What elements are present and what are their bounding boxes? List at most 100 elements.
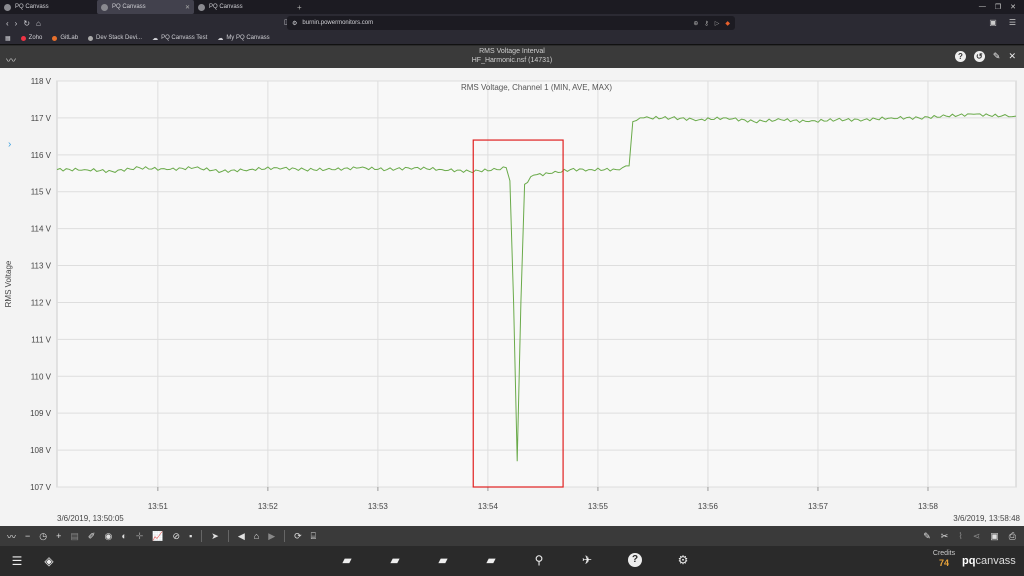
toolbar-divider bbox=[227, 530, 229, 542]
clock-icon[interactable]: ◷ bbox=[39, 531, 47, 542]
note-icon[interactable]: ▪ bbox=[189, 531, 192, 541]
y-tick-label: 110 V bbox=[31, 372, 52, 381]
help-icon[interactable]: ? bbox=[628, 553, 642, 567]
rms-voltage-chart[interactable]: 107 V 108 V 109 V 110 V 111 V 112 V 113 V 114 V… bbox=[0, 68, 1024, 526]
zoom-in-icon[interactable]: + bbox=[56, 531, 61, 541]
hamburger-menu-icon[interactable]: ☰ bbox=[10, 554, 24, 568]
folder-data-icon[interactable]: ▰ bbox=[484, 553, 498, 567]
pin-icon[interactable]: ✎ bbox=[993, 51, 1001, 62]
browser-nav-bar: ‹ › ↻ ⌂ ▯ ⚙ burnin.powermonitors.com ⊕ ⚷… bbox=[0, 14, 1024, 32]
bookmark-my-pq-canvass[interactable]: ☁ My PQ Canvass bbox=[217, 35, 269, 42]
bookmark-pq-canvass-test[interactable]: ☁ PQ Canvass Test bbox=[152, 35, 207, 42]
new-tab-icon[interactable]: + bbox=[291, 3, 308, 12]
x-tick-label: 13:54 bbox=[478, 502, 499, 511]
y-tick-label: 109 V bbox=[30, 409, 52, 418]
hide-icon[interactable]: ⊘ bbox=[173, 531, 181, 542]
table-icon[interactable]: ▤ bbox=[70, 531, 79, 542]
eye-icon[interactable]: ◐ bbox=[121, 531, 126, 541]
chart-type-icon[interactable]: 〰 bbox=[7, 530, 16, 543]
line-chart-icon[interactable]: 📈 bbox=[152, 531, 163, 542]
pen-icon[interactable]: ✎ bbox=[923, 531, 931, 542]
bookmark-dev-stack[interactable]: Dev Stack Devi... bbox=[88, 35, 142, 41]
x-tick-label: 13:56 bbox=[698, 502, 719, 511]
chart-area[interactable]: 107 V 108 V 109 V 110 V 111 V 112 V 113 V 114 V… bbox=[0, 68, 1024, 526]
panel-title: RMS Voltage Interval bbox=[479, 48, 545, 55]
location-pin-icon[interactable]: ⚲ bbox=[532, 553, 546, 567]
favicon-icon bbox=[101, 3, 108, 11]
sidebar-toggle-icon[interactable]: ▣ bbox=[989, 18, 997, 27]
bookmark-zoho[interactable]: Zoho bbox=[20, 35, 42, 41]
pointer-icon[interactable]: ➤ bbox=[211, 531, 219, 542]
apps-grid-icon[interactable]: ▦ bbox=[5, 35, 11, 42]
plot-background bbox=[56, 80, 1017, 488]
settings-gear-icon[interactable]: ⚙ bbox=[676, 553, 690, 567]
window-controls: — ❐ ✕ bbox=[979, 3, 1024, 11]
y-tick-label: 107 V bbox=[30, 483, 52, 492]
bookmark-gitlab[interactable]: GitLab bbox=[52, 35, 78, 41]
satellite-icon[interactable]: ✈ bbox=[580, 553, 594, 567]
y-tick-label: 117 V bbox=[31, 114, 52, 123]
arrow-left-icon[interactable]: ◀ bbox=[238, 531, 245, 542]
home-icon[interactable]: ⌂ bbox=[36, 19, 41, 28]
site-settings-icon[interactable]: ⚙ bbox=[292, 20, 297, 27]
forward-icon[interactable]: › bbox=[15, 19, 18, 28]
menu-icon[interactable]: ☰ bbox=[1009, 18, 1016, 27]
save-icon[interactable]: ▣ bbox=[990, 531, 999, 542]
back-icon[interactable]: ‹ bbox=[6, 19, 9, 28]
expand-sidebar-icon[interactable]: › bbox=[0, 136, 22, 156]
camera-icon[interactable]: ⌸ bbox=[311, 531, 316, 542]
share-icon[interactable]: ▷ bbox=[715, 20, 720, 27]
url-text: burnin.powermonitors.com bbox=[302, 20, 374, 26]
browser-tab-3[interactable]: PQ Canvass bbox=[194, 0, 291, 14]
close-window-icon[interactable]: ✕ bbox=[1010, 3, 1016, 11]
ruler-icon[interactable]: ⌇ bbox=[958, 531, 962, 542]
folder-trend-icon[interactable]: ▰ bbox=[436, 553, 450, 567]
key-icon[interactable]: ⚷ bbox=[704, 20, 708, 27]
url-bar[interactable]: ⚙ burnin.powermonitors.com ⊕ ⚷ ▷ ◆ bbox=[287, 16, 735, 30]
browser-tab-1[interactable]: PQ Canvass bbox=[0, 0, 97, 14]
bookmarks-bar: ▦ Zoho GitLab Dev Stack Devi... ☁ PQ Canv… bbox=[0, 32, 1024, 45]
pqcanvass-logo: pqcanvass bbox=[962, 555, 1016, 567]
panel-header: 〰 RMS Voltage Interval HF_Harmonic.nsf (… bbox=[0, 46, 1024, 68]
favicon-icon bbox=[198, 3, 205, 11]
print-icon[interactable]: ⎙ bbox=[1009, 531, 1016, 542]
home-icon[interactable]: ⌂ bbox=[254, 531, 259, 541]
favicon-icon bbox=[4, 3, 11, 11]
settings-brush-icon[interactable]: ✐ bbox=[88, 531, 96, 542]
y-tick-label: 108 V bbox=[30, 446, 52, 455]
zoom-out-icon[interactable]: − bbox=[25, 531, 30, 541]
scissors-icon[interactable]: ✂ bbox=[941, 531, 949, 542]
x-start-label: 3/6/2019, 13:50:05 bbox=[57, 514, 124, 523]
help-icon[interactable]: ? bbox=[954, 51, 966, 62]
tab-label: PQ Canvass bbox=[112, 4, 146, 10]
view-settings-icon[interactable]: ◉ bbox=[104, 531, 112, 542]
share-icon[interactable]: ⋖ bbox=[973, 531, 981, 542]
y-tick-label: 118 V bbox=[31, 77, 52, 86]
crosshair-icon[interactable]: ✛ bbox=[136, 531, 144, 542]
folder-chart-icon[interactable]: ▰ bbox=[340, 553, 354, 567]
minimize-icon[interactable]: — bbox=[979, 3, 986, 11]
credits-value: 74 bbox=[938, 558, 949, 568]
pq-icon: ☁ bbox=[152, 35, 159, 42]
x-tick-label: 13:57 bbox=[808, 502, 829, 511]
refresh-icon[interactable]: ⟳ bbox=[294, 531, 302, 542]
zoom-icon[interactable]: ⊕ bbox=[693, 20, 698, 27]
brave-shield-icon[interactable]: ◆ bbox=[725, 20, 730, 27]
credits-display: Credits 74 bbox=[931, 550, 957, 568]
maximize-icon[interactable]: ❐ bbox=[995, 3, 1001, 11]
y-tick-label: 111 V bbox=[31, 335, 51, 344]
credits-label: Credits bbox=[932, 550, 956, 557]
arrow-right-icon[interactable]: ▶ bbox=[268, 531, 275, 542]
layers-icon[interactable]: ◈ bbox=[42, 554, 56, 568]
x-tick-label: 13:51 bbox=[148, 502, 169, 511]
pq-icon: ☁ bbox=[217, 35, 224, 42]
history-icon[interactable]: ↺ bbox=[973, 51, 985, 62]
x-end-label: 3/6/2019, 13:58:48 bbox=[953, 514, 1020, 523]
reload-icon[interactable]: ↻ bbox=[23, 19, 30, 28]
browser-tab-2[interactable]: PQ Canvass ✕ bbox=[97, 0, 194, 14]
browser-tab-bar: PQ Canvass PQ Canvass ✕ PQ Canvass + — ❐… bbox=[0, 0, 1024, 14]
close-tab-icon[interactable]: ✕ bbox=[185, 4, 190, 11]
folder-link-icon[interactable]: ▰ bbox=[388, 553, 402, 567]
close-panel-icon[interactable]: ✕ bbox=[1008, 51, 1016, 62]
y-axis-label: RMS Voltage bbox=[4, 260, 13, 307]
